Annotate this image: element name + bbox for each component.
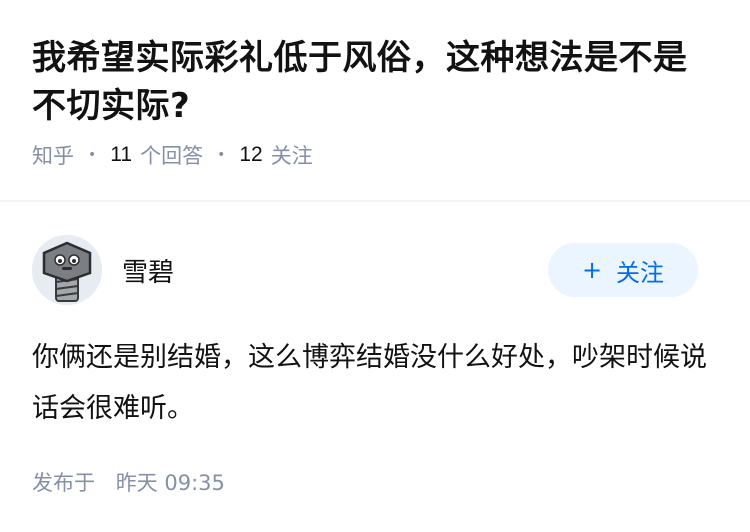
answer-card: 雪碧 + 关注 你俩还是别结婚，这么博弈结婚没什么好处，吵架时候说话会很难听。 … [0,234,750,497]
author-name[interactable]: 雪碧 [122,252,174,289]
author-info[interactable]: 雪碧 [32,235,174,305]
answer-content[interactable]: 你俩还是别结婚，这么博弈结婚没什么好处，吵架时候说话会很难听。 [32,332,718,434]
source-label: 知乎 [32,144,74,168]
plus-icon: + [581,256,603,284]
question-meta: 知乎 • 11 个回答 • 12 关注 [32,140,718,170]
publish-info: 发布于 昨天 09:35 [32,467,718,497]
publish-time: 昨天 09:35 [115,471,225,495]
avatar[interactable] [32,235,102,305]
follow-button[interactable]: + 关注 [548,243,698,297]
follow-count: 12 [239,143,263,166]
answer-count: 11 [110,143,133,166]
robot-avatar-icon [32,235,102,305]
follow-count-label: 关注 [270,144,313,168]
question-title[interactable]: 我希望实际彩礼低于风俗，这种想法是不是不切实际? [32,34,718,130]
separator-dot: • [217,147,226,163]
follow-button-label: 关注 [616,258,665,287]
author-row: 雪碧 + 关注 [32,234,718,306]
divider [0,200,750,202]
publish-label: 发布于 [32,471,95,495]
question-header: 我希望实际彩礼低于风俗，这种想法是不是不切实际? 知乎 • 11 个回答 • 1… [0,0,750,168]
answer-count-label[interactable]: 个回答 [140,140,203,170]
separator-dot: • [88,147,97,163]
